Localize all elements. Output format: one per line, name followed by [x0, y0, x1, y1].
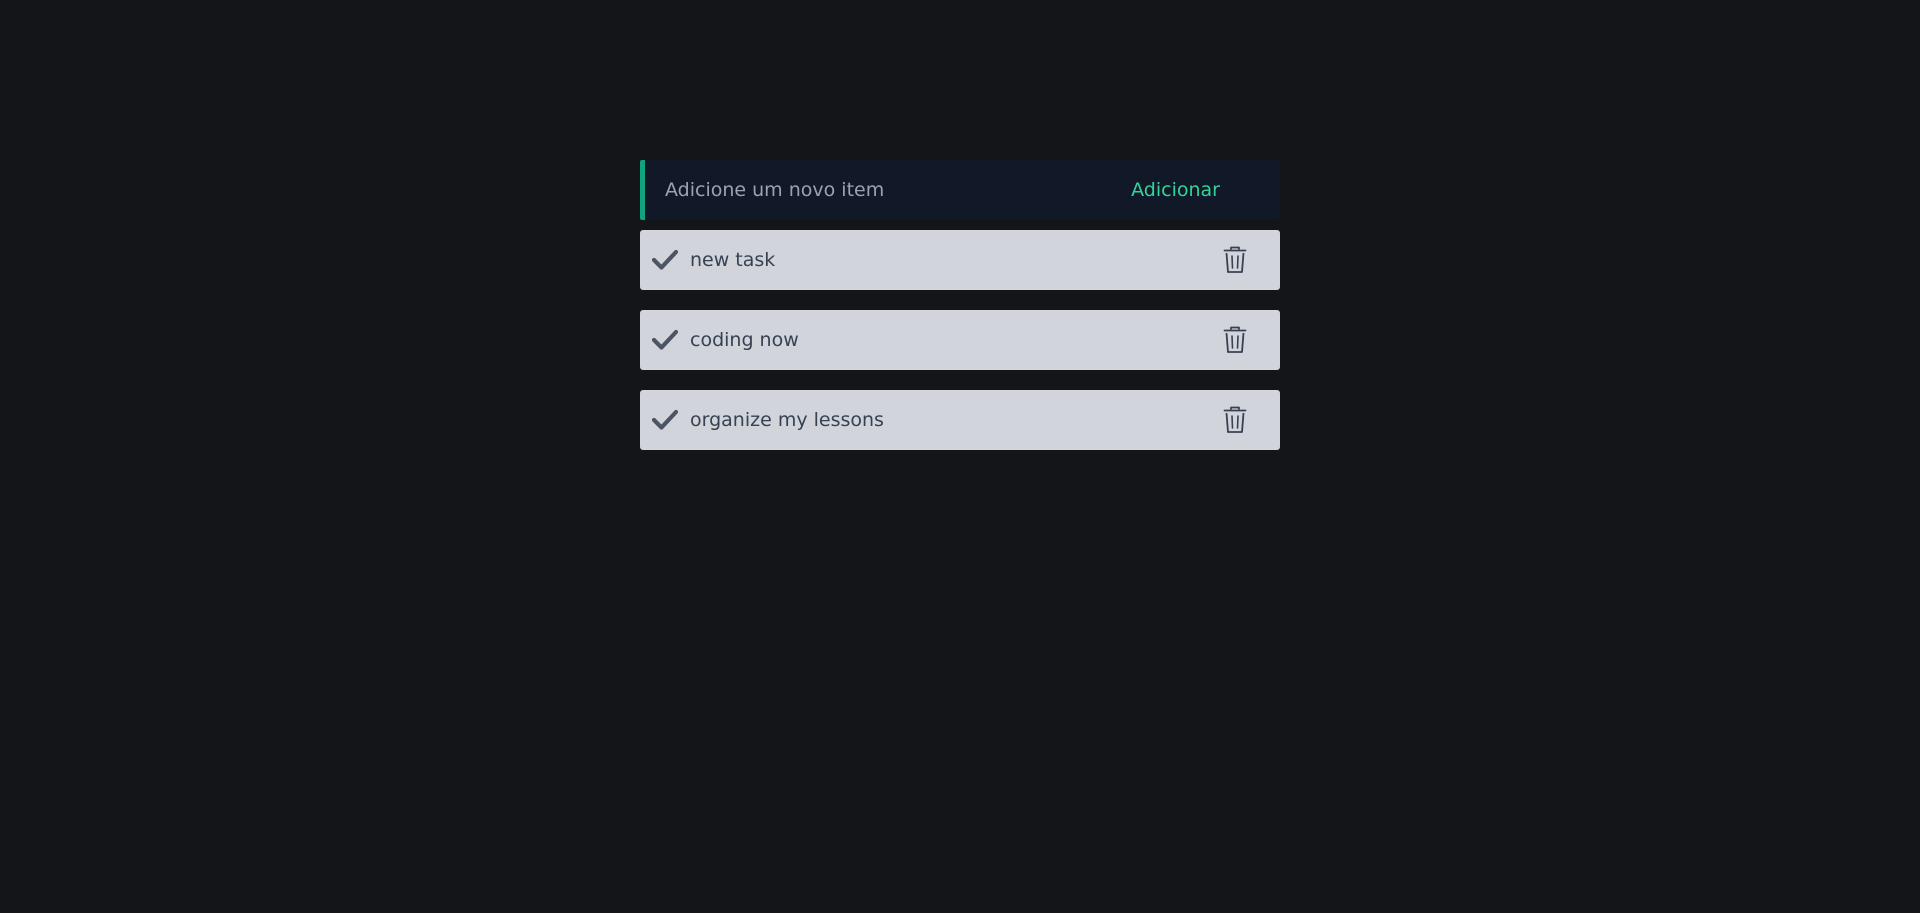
check-icon[interactable] — [651, 246, 679, 274]
task-item: coding now — [640, 310, 1280, 370]
check-icon[interactable] — [651, 326, 679, 354]
task-text: organize my lessons — [690, 409, 884, 431]
trash-icon[interactable] — [1222, 245, 1248, 275]
task-text: coding now — [690, 329, 799, 351]
task-item: new task — [640, 230, 1280, 290]
add-button[interactable]: Adicionar — [1131, 179, 1220, 201]
add-item-form: Adicionar — [640, 160, 1280, 220]
task-text: new task — [690, 249, 776, 271]
new-item-input[interactable] — [645, 160, 1132, 220]
trash-icon[interactable] — [1222, 405, 1248, 435]
task-list: new task coding now organize my lessons — [640, 230, 1280, 450]
check-icon[interactable] — [651, 406, 679, 434]
trash-icon[interactable] — [1222, 325, 1248, 355]
todo-app: Adicionar new task — [640, 160, 1280, 450]
task-item: organize my lessons — [640, 390, 1280, 450]
